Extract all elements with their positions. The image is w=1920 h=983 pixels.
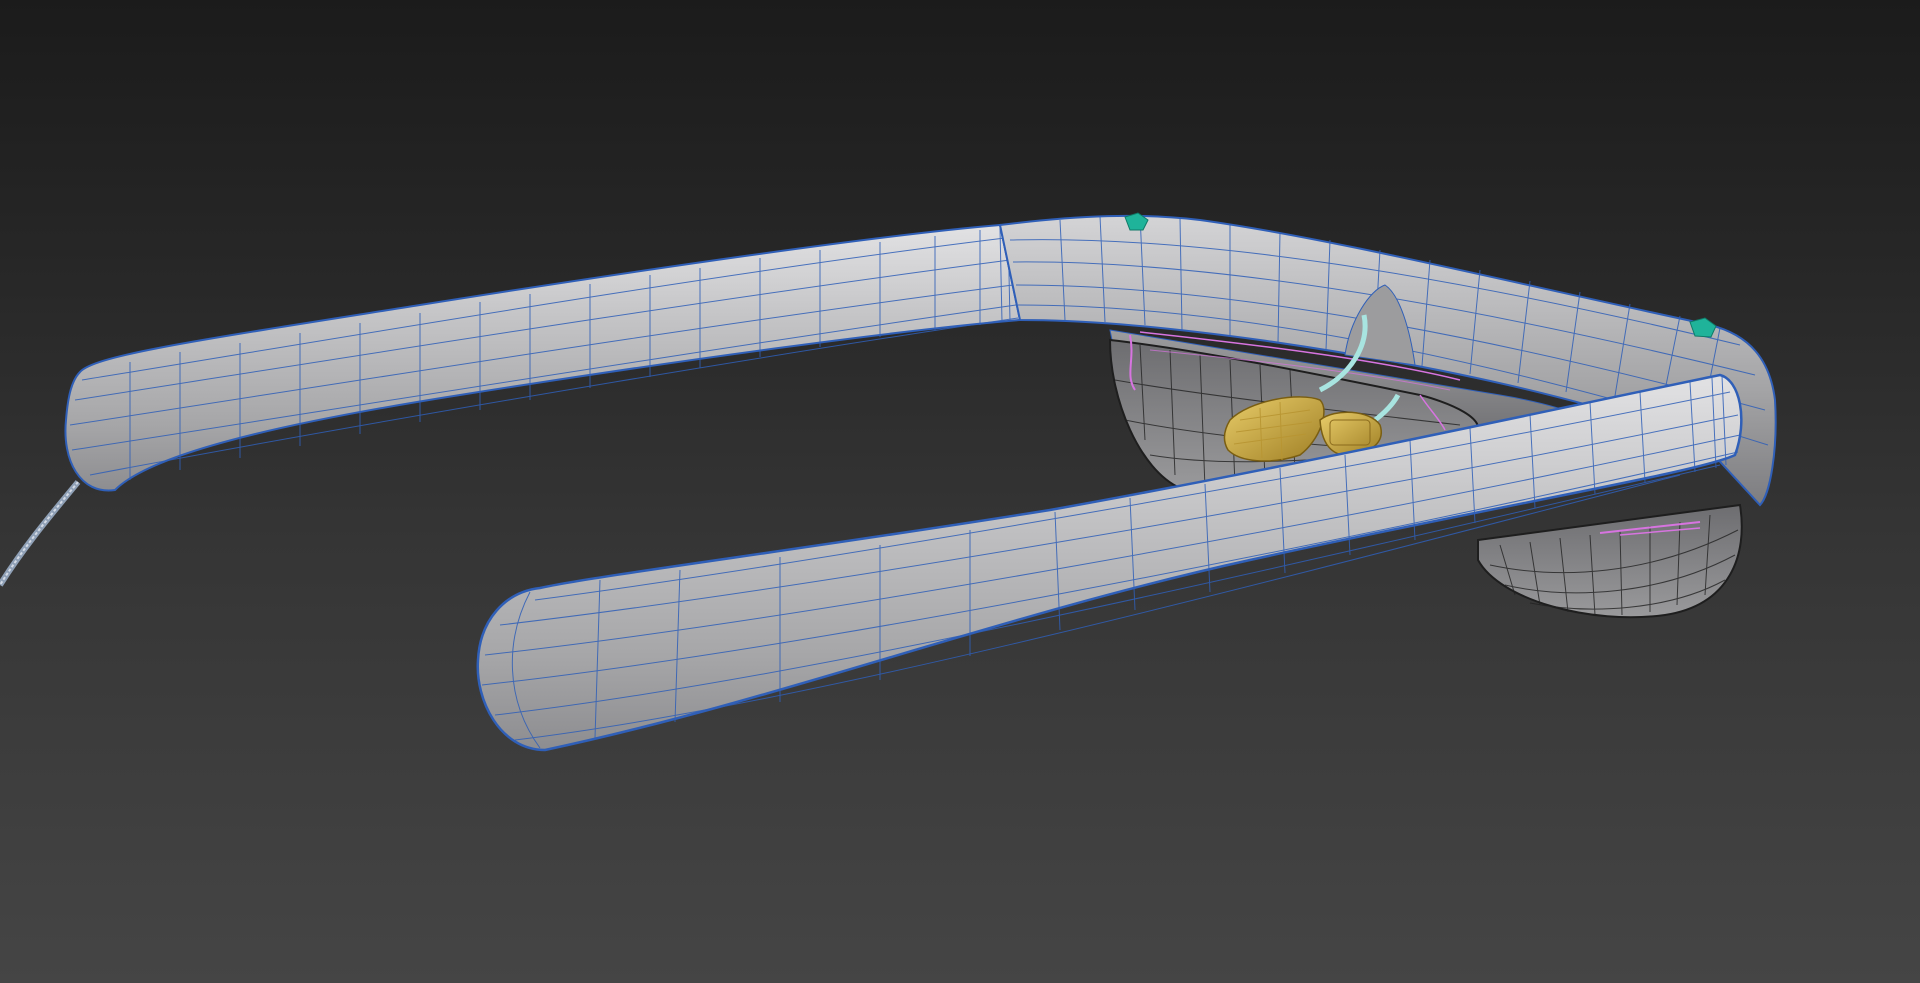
hinge-marker-right[interactable] (1689, 317, 1717, 338)
cable[interactable] (0, 480, 81, 587)
right-lens[interactable] (1477, 503, 1743, 619)
3d-viewport[interactable] (0, 0, 1920, 983)
viewport-scene[interactable] (0, 0, 1920, 983)
left-temple-arm[interactable] (64, 223, 1022, 492)
